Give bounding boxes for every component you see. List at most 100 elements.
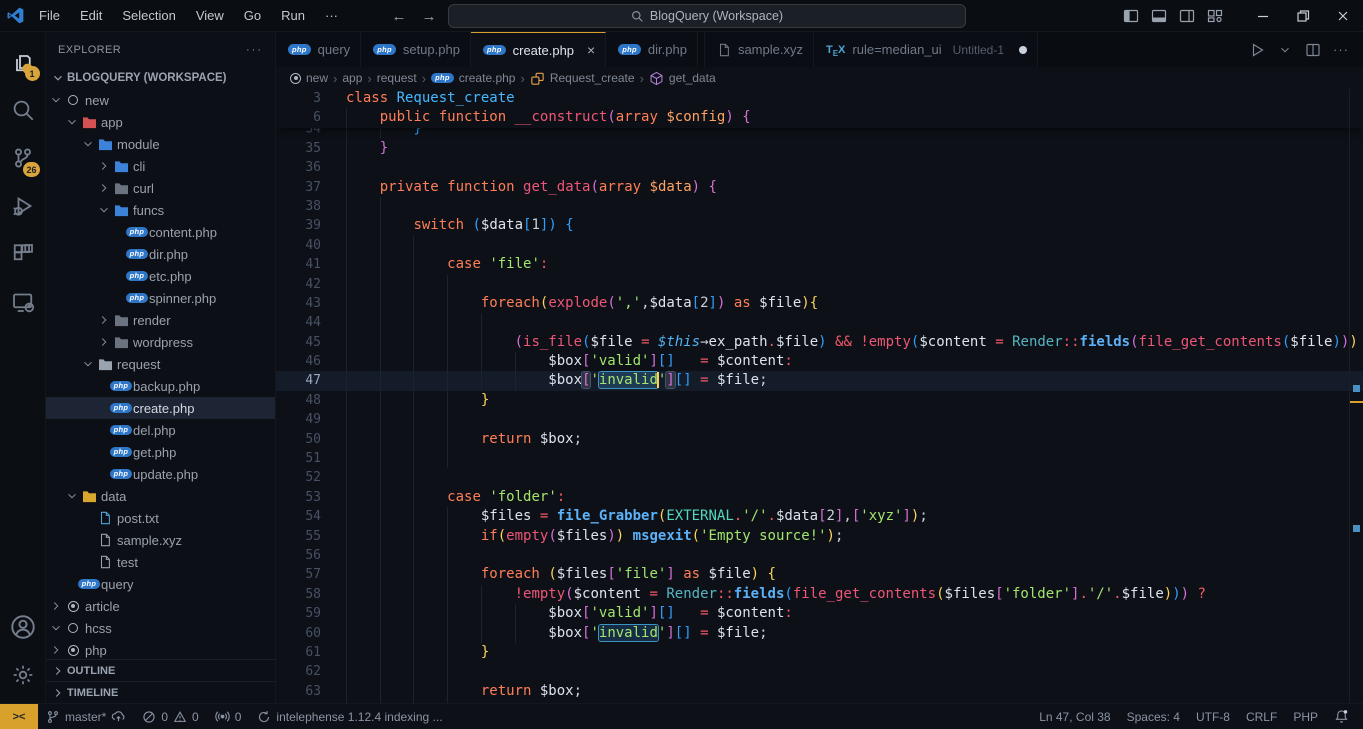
tab-query[interactable]: phpquery — [276, 32, 361, 67]
split-editor-button[interactable] — [1301, 38, 1325, 62]
remote-indicator[interactable]: >< — [0, 704, 38, 729]
tree-item-cli[interactable]: cli — [46, 155, 275, 177]
line-number[interactable]: 50 — [276, 430, 346, 449]
line-content[interactable]: } — [346, 128, 1363, 139]
section-outline[interactable]: OUTLINE — [46, 659, 275, 681]
line-number[interactable]: 46 — [276, 352, 346, 371]
line-content[interactable]: case 'folder': — [346, 488, 1363, 507]
line-number[interactable]: 47 — [276, 371, 346, 390]
activitybar-run-debug[interactable] — [0, 182, 46, 230]
run-button[interactable] — [1245, 38, 1269, 62]
restore-button[interactable] — [1283, 0, 1323, 32]
code-line-38[interactable]: 38 — [276, 197, 1363, 216]
line-content[interactable]: public function __construct(array $confi… — [346, 108, 1363, 127]
tree-item-module[interactable]: module — [46, 133, 275, 155]
tree-item-php[interactable]: php — [46, 639, 275, 659]
menu-[interactable]: ··· — [316, 5, 347, 26]
line-content[interactable]: private function get_data(array $data) { — [346, 178, 1363, 197]
tree-item-render[interactable]: render — [46, 309, 275, 331]
menu-file[interactable]: File — [30, 5, 69, 26]
code-line-57[interactable]: 57 foreach ($files['file'] as $file) { — [276, 565, 1363, 584]
line-number[interactable]: 41 — [276, 255, 346, 274]
line-number[interactable]: 36 — [276, 158, 346, 177]
line-content[interactable]: $box['invalid'][] = $file; — [346, 624, 1363, 643]
status-0[interactable]: 00 — [134, 704, 206, 729]
line-content[interactable]: $box['invalid'][] = $file; — [346, 371, 1363, 390]
code-line-37[interactable]: 37 private function get_data(array $data… — [276, 178, 1363, 197]
line-number[interactable]: 55 — [276, 527, 346, 546]
line-number[interactable]: 3 — [276, 89, 346, 108]
workspace-root[interactable]: BLOGQUERY (WORKSPACE) — [46, 67, 275, 89]
line-number[interactable]: 34 — [276, 128, 346, 139]
line-content[interactable]: $box['valid'][] = $content: — [346, 604, 1363, 623]
code-line-6[interactable]: 6 public function __construct(array $con… — [276, 108, 1363, 127]
code-line-53[interactable]: 53 case 'folder': — [276, 488, 1363, 507]
code-line-42[interactable]: 42 — [276, 275, 1363, 294]
status-intelephense[interactable]: intelephense 1.12.4 indexing ... — [249, 704, 450, 729]
tree-item-backup-php[interactable]: phpbackup.php — [46, 375, 275, 397]
code-line-59[interactable]: 59 $box['valid'][] = $content: — [276, 604, 1363, 623]
code-line-45[interactable]: 45 (is_file($file = $this→ex_path.$file)… — [276, 333, 1363, 352]
line-content[interactable]: return $box; — [346, 682, 1363, 701]
code-lines[interactable]: 35 }3637 private function get_data(array… — [276, 139, 1363, 703]
code-line-58[interactable]: 58 !empty($content = Render::fields(file… — [276, 585, 1363, 604]
tree-item-dir-php[interactable]: phpdir.php — [46, 243, 275, 265]
layout-sidebar-left-button[interactable] — [1117, 0, 1145, 32]
line-content[interactable] — [346, 313, 1363, 332]
line-content[interactable]: switch ($data[1]) { — [346, 216, 1363, 235]
tree-item-curl[interactable]: curl — [46, 177, 275, 199]
tree-item-app[interactable]: app — [46, 111, 275, 133]
code-line-49[interactable]: 49 — [276, 410, 1363, 429]
breadcrumb-new[interactable]: new — [290, 71, 328, 85]
code-line-50[interactable]: 50 return $box; — [276, 430, 1363, 449]
sticky-scroll[interactable]: 3class Request_create6 public function _… — [276, 89, 1363, 128]
code-line-39[interactable]: 39 switch ($data[1]) { — [276, 216, 1363, 235]
line-number[interactable]: 44 — [276, 313, 346, 332]
line-number[interactable]: 63 — [276, 682, 346, 701]
line-number[interactable]: 42 — [276, 275, 346, 294]
code-line-51[interactable]: 51 — [276, 449, 1363, 468]
tab-dir-php[interactable]: phpdir.php — [606, 32, 698, 67]
line-content[interactable]: return $box; — [346, 430, 1363, 449]
line-number[interactable]: 45 — [276, 333, 346, 352]
tree-item-etc-php[interactable]: phpetc.php — [46, 265, 275, 287]
tree-item-query[interactable]: phpquery — [46, 573, 275, 595]
tab-sample-xyz[interactable]: sample.xyz — [704, 32, 814, 67]
section-timeline[interactable]: TIMELINE — [46, 681, 275, 703]
line-content[interactable]: class Request_create — [346, 89, 1363, 108]
breadcrumb-Request_create[interactable]: Request_create — [530, 71, 635, 86]
line-content[interactable]: $box['valid'][] = $content: — [346, 352, 1363, 371]
line-content[interactable] — [346, 449, 1363, 468]
tree-item-create-php[interactable]: phpcreate.php — [46, 397, 275, 419]
line-content[interactable]: foreach(explode(',',$data[2]) as $file){ — [346, 294, 1363, 313]
line-content[interactable]: $files = file_Grabber(EXTERNAL.'/'.$data… — [346, 507, 1363, 526]
code-line-36[interactable]: 36 — [276, 158, 1363, 177]
line-content[interactable]: !empty($content = Render::fields(file_ge… — [346, 585, 1363, 604]
layout-sidebar-right-button[interactable] — [1173, 0, 1201, 32]
menu-view[interactable]: View — [187, 5, 233, 26]
line-content[interactable]: (is_file($file = $this→ex_path.$file) &&… — [346, 333, 1363, 352]
tree-item-spinner-php[interactable]: phpspinner.php — [46, 287, 275, 309]
tree-item-update-php[interactable]: phpupdate.php — [46, 463, 275, 485]
code-line-60[interactable]: 60 $box['invalid'][] = $file; — [276, 624, 1363, 643]
code-line-61[interactable]: 61 } — [276, 643, 1363, 662]
line-number[interactable]: 38 — [276, 197, 346, 216]
tree-item-funcs[interactable]: funcs — [46, 199, 275, 221]
nav-forward-icon[interactable]: → — [418, 8, 440, 25]
tree-item-post-txt[interactable]: post.txt — [46, 507, 275, 529]
activitybar-source-control[interactable]: 26 — [0, 134, 46, 182]
overview-ruler[interactable] — [1349, 89, 1363, 703]
tab-rule-median_ui[interactable]: TEXrule=median_uiUntitled-1 — [814, 32, 1038, 67]
status-crlf[interactable]: CRLF — [1238, 704, 1285, 729]
tree-item-content-php[interactable]: phpcontent.php — [46, 221, 275, 243]
activitybar-explorer[interactable]: 1 — [0, 38, 46, 86]
close-icon[interactable]: × — [587, 42, 595, 58]
more-button[interactable]: ··· — [1329, 38, 1353, 62]
code-line-35[interactable]: 35 } — [276, 139, 1363, 158]
tab-create-php[interactable]: phpcreate.php× — [471, 32, 606, 67]
partial-line[interactable]: 34 } — [276, 128, 1363, 139]
code-line-41[interactable]: 41 case 'file': — [276, 255, 1363, 274]
tree-item-test[interactable]: test — [46, 551, 275, 573]
code-line-62[interactable]: 62 — [276, 662, 1363, 681]
tree-item-wordpress[interactable]: wordpress — [46, 331, 275, 353]
